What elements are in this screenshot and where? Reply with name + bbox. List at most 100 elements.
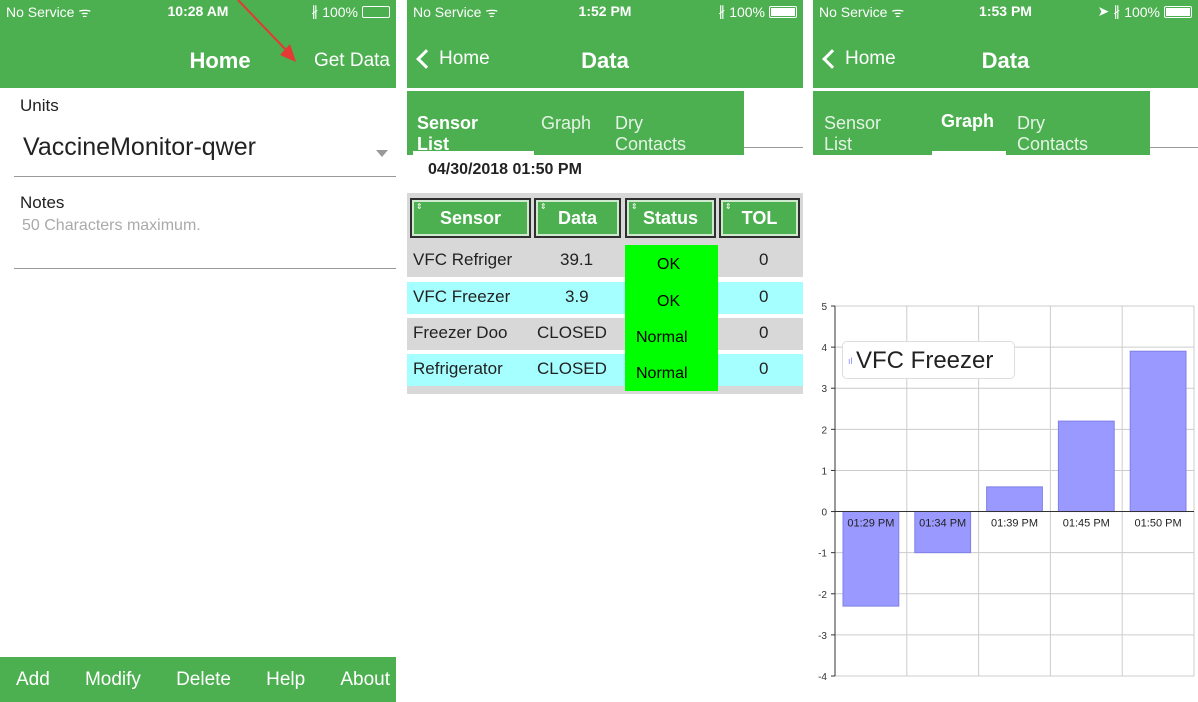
data-header: No Service ᯤ 1:53 PM ➤ ∦ 100% Home Data (813, 0, 1198, 88)
tab-graph[interactable]: Graph (941, 111, 994, 132)
chart-bars (842, 350, 1187, 607)
cell-status: OK (657, 256, 681, 273)
battery-icon (769, 5, 797, 18)
cell-sensor: VFC Refriger (413, 250, 513, 269)
cell-status: OK (657, 293, 681, 310)
chart-bar (1129, 350, 1187, 513)
sort-icon: ⇕ (725, 202, 732, 211)
sort-icon: ⇕ (416, 202, 423, 211)
column-header-sensor[interactable]: ⇕ Sensor (410, 198, 531, 238)
column-header-label: Data (557, 207, 597, 228)
column-header-status[interactable]: ⇕ Status (625, 198, 716, 238)
cell-data: CLOSED (537, 359, 607, 378)
nav-bar: Home Get Data (0, 40, 396, 80)
cell-status: Normal (636, 365, 688, 382)
column-header-label: Sensor (439, 207, 502, 228)
y-tick-label: -1 (818, 549, 827, 560)
table-header: ⇕ Sensor ⇕ Data ⇕ Status ⇕ TOL (407, 193, 803, 245)
page-title: Data (581, 48, 629, 73)
red-arrow-annotation (237, 0, 296, 62)
column-header-label: TOL (741, 207, 778, 228)
cell-tol: 0 (759, 323, 769, 342)
modify-button[interactable]: Modify (85, 669, 141, 691)
battery-icon (362, 5, 390, 18)
chart-bar (1057, 420, 1115, 513)
bluetooth-icon: ∦ (1113, 3, 1121, 19)
status-bar: No Service ᯤ 1:53 PM ➤ ∦ 100% (813, 0, 1198, 22)
notes-underline (14, 268, 396, 269)
get-data-button[interactable]: Get Data (314, 50, 390, 72)
bluetooth-icon: ∦ (718, 3, 726, 19)
units-select[interactable]: VaccineMonitor-qwer (23, 133, 256, 162)
table-row[interactable]: VFC Refriger 39.1 0 (407, 245, 803, 277)
tab-sensor-list[interactable]: Sensor List (417, 113, 478, 155)
footer-toolbar: Add Modify Delete Help About (0, 657, 396, 702)
column-header-data[interactable]: ⇕ Data (534, 198, 621, 238)
page-title: Data (981, 48, 1030, 73)
y-tick-label: -4 (818, 672, 827, 680)
tab-dry-contacts[interactable]: Dry Contacts (615, 113, 686, 155)
x-tick-label: 01:29 PM (847, 518, 894, 530)
cell-tol: 0 (759, 287, 769, 306)
status-bar: No Service ᯤ 10:28 AM ∦ 100% (0, 0, 396, 22)
notes-label: Notes (20, 193, 65, 212)
battery-percent: 100% (322, 3, 358, 20)
chart-legend-icon: ıl (848, 356, 853, 366)
chart-legend-label: VFC Freezer (856, 347, 994, 374)
status-bar: No Service ᯤ 1:52 PM ∦ 100% (407, 0, 803, 22)
help-button[interactable]: Help (266, 669, 305, 691)
status-right: ∦ 100% (311, 3, 390, 20)
column-header-tol[interactable]: ⇕ TOL (719, 198, 800, 238)
units-underline (14, 176, 396, 177)
cell-sensor: VFC Freezer (413, 287, 511, 306)
data-header: No Service ᯤ 1:52 PM ∦ 100% Home Data (407, 0, 803, 88)
reading-timestamp: 04/30/2018 01:50 PM (428, 161, 582, 178)
x-tick-label: 01:34 PM (919, 518, 966, 530)
table-row[interactable]: Refrigerator CLOSED 0 (407, 354, 803, 386)
x-tick-label: 01:50 PM (1135, 518, 1182, 530)
table-row[interactable]: VFC Freezer 3.9 0 (407, 282, 803, 314)
tab-divider (1150, 147, 1198, 148)
sort-icon: ⇕ (631, 202, 638, 211)
cell-tol: 0 (759, 250, 769, 269)
tab-sensor-list[interactable]: Sensor List (824, 113, 881, 155)
table-row[interactable]: Freezer Doo CLOSED 0 (407, 318, 803, 350)
y-tick-label: 0 (821, 508, 827, 519)
nav-bar: Home Data (813, 40, 1198, 80)
column-header-label: Status (642, 207, 698, 228)
active-tab-indicator (413, 151, 534, 155)
active-tab-indicator (932, 151, 1006, 155)
y-tick-label: 3 (821, 384, 827, 395)
status-right: ➤ ∦ 100% (1097, 3, 1192, 20)
x-tick-label: 01:39 PM (991, 518, 1038, 530)
y-tick-label: 5 (821, 302, 827, 313)
add-button[interactable]: Add (16, 669, 50, 691)
battery-percent: 100% (1124, 3, 1160, 20)
home-screen: No Service ᯤ 10:28 AM ∦ 100% Home Get Da… (0, 0, 396, 702)
units-label: Units (20, 96, 59, 115)
tab-divider (744, 147, 803, 148)
cell-sensor: Freezer Doo (413, 323, 508, 342)
cell-sensor: Refrigerator (413, 359, 503, 378)
tab-graph[interactable]: Graph (541, 113, 591, 134)
y-tick-label: 1 (821, 466, 827, 477)
tab-dry-contacts[interactable]: Dry Contacts (1017, 113, 1088, 155)
cell-data: CLOSED (537, 323, 607, 342)
status-column: OK OK Normal Normal (625, 245, 718, 391)
bluetooth-icon: ∦ (311, 3, 319, 19)
location-icon: ➤ (1097, 3, 1110, 19)
home-header: No Service ᯤ 10:28 AM ∦ 100% Home Get Da… (0, 0, 396, 88)
cell-status: Normal (636, 329, 688, 346)
sort-icon: ⇕ (540, 202, 547, 211)
notes-field[interactable]: 50 Characters maximum. (22, 217, 201, 235)
about-button[interactable]: About (340, 669, 390, 691)
nav-bar: Home Data (407, 40, 803, 80)
cell-data: 3.9 (565, 287, 589, 306)
chart-bar (986, 486, 1043, 513)
dropdown-arrow-icon[interactable] (376, 150, 388, 157)
data-list-screen: No Service ᯤ 1:52 PM ∦ 100% Home Data Se… (407, 0, 803, 702)
delete-button[interactable]: Delete (176, 669, 231, 691)
status-right: ∦ 100% (718, 3, 797, 20)
cell-data: 39.1 (560, 250, 594, 269)
battery-percent: 100% (729, 3, 765, 20)
